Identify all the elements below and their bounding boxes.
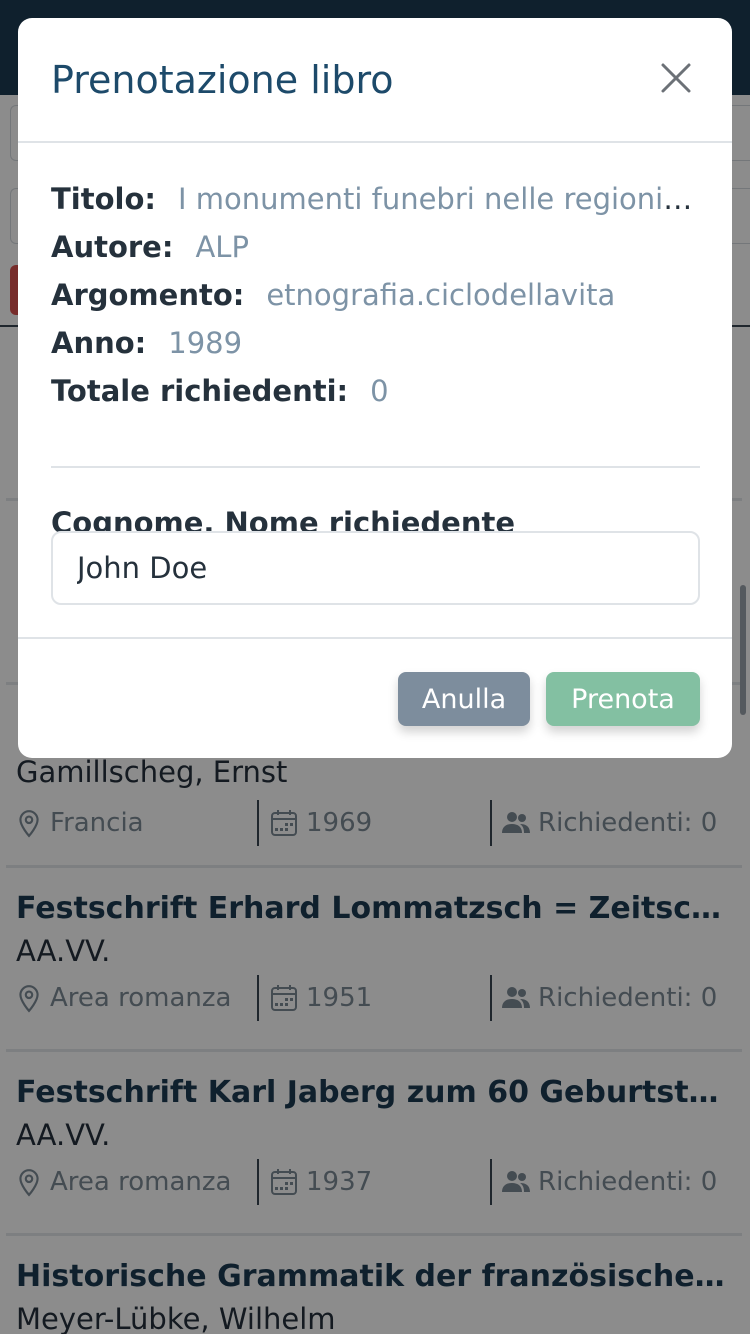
info-label: Anno:	[51, 326, 147, 360]
cancel-button[interactable]: Anulla	[398, 672, 530, 726]
info-value: 0	[370, 374, 389, 408]
info-value: 1989	[168, 326, 243, 360]
book-info: Titolo: I monumenti funebri nelle regioni…	[51, 175, 701, 415]
modal-title: Prenotazione libro	[51, 58, 394, 102]
info-value: I monumenti funebri nelle regioni della …	[177, 182, 701, 216]
book-button[interactable]: Prenota	[546, 672, 700, 726]
modal-divider	[51, 466, 700, 468]
requester-name-input[interactable]	[51, 531, 700, 605]
info-label: Argomento:	[51, 278, 245, 312]
close-icon	[659, 61, 693, 99]
info-value: etnografia.ciclodellavita	[266, 278, 616, 312]
close-button[interactable]	[650, 54, 702, 106]
info-label: Totale richiedenti:	[51, 374, 349, 408]
booking-modal: Prenotazione libro Titolo: I monumenti fu…	[18, 18, 732, 758]
info-year-row: Anno: 1989	[51, 319, 701, 367]
info-value: ALP	[195, 230, 249, 264]
info-title-row: Titolo: I monumenti funebri nelle regioni…	[51, 175, 701, 223]
info-label: Autore:	[51, 230, 174, 264]
modal-header: Prenotazione libro	[18, 18, 732, 143]
info-topic-row: Argomento: etnografia.ciclodellavita	[51, 271, 701, 319]
info-author-row: Autore: ALP	[51, 223, 701, 271]
info-requesters-row: Totale richiedenti: 0	[51, 367, 701, 415]
modal-footer: Anulla Prenota	[18, 637, 732, 758]
info-label: Titolo:	[51, 182, 156, 216]
